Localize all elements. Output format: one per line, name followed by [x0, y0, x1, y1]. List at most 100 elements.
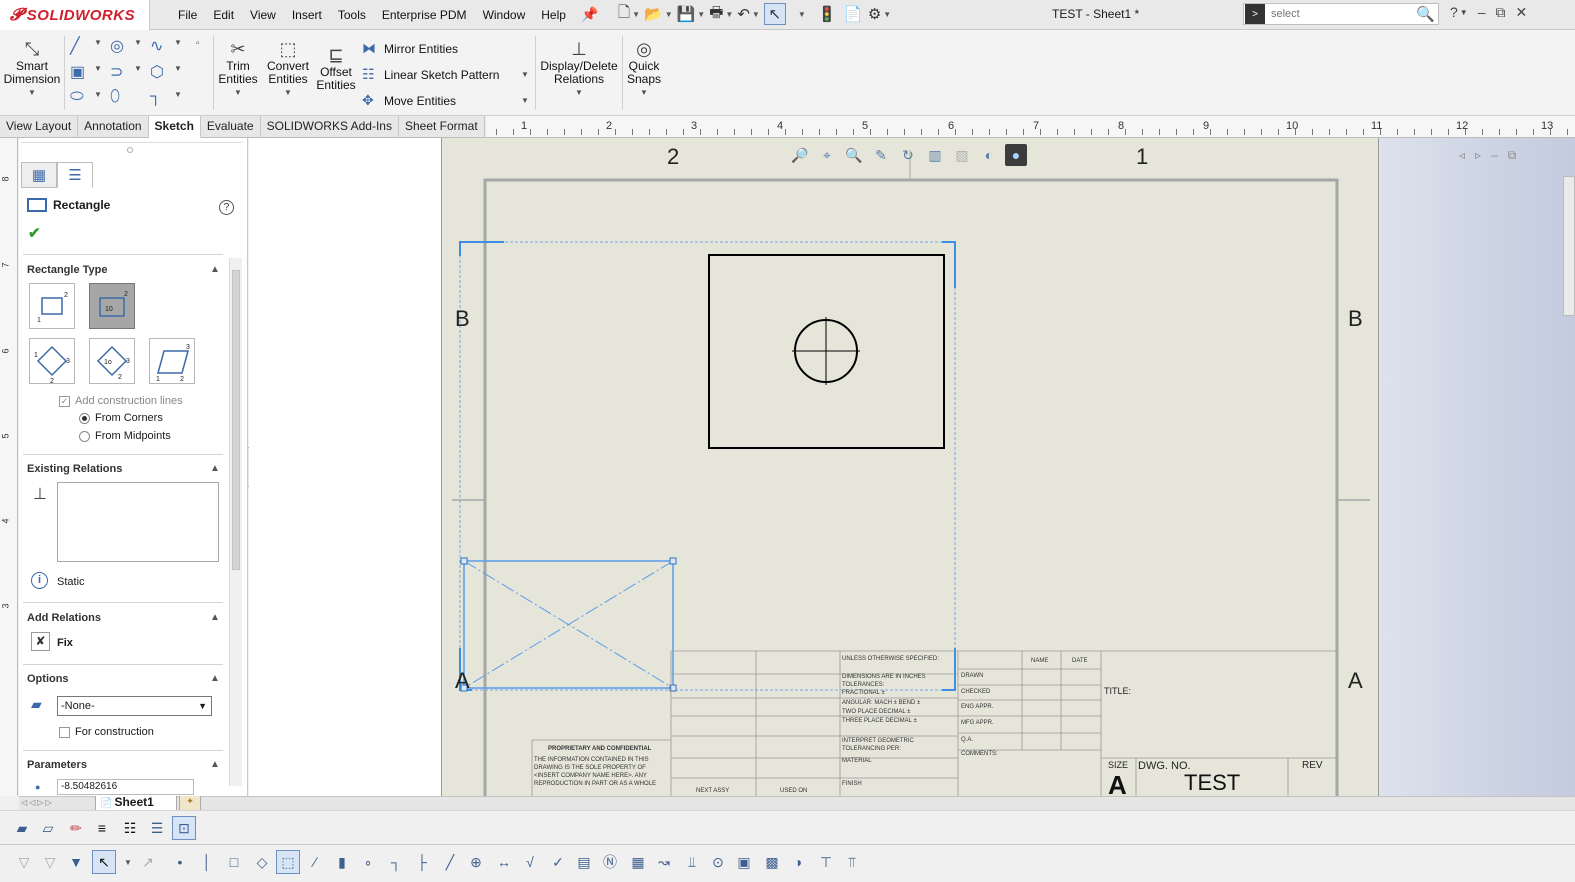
zoom-to-sheet-icon[interactable]: 🔍: [843, 144, 865, 166]
pan-icon[interactable]: ✎: [870, 144, 892, 166]
file-properties-button[interactable]: 📄: [842, 3, 864, 25]
pattern-dropdown[interactable]: ▼: [521, 70, 529, 79]
filter-routing-points-icon[interactable]: ⊤: [814, 850, 838, 874]
collapse-left-icon[interactable]: ◃: [1459, 148, 1465, 163]
filter-midpoints-icon[interactable]: ├: [410, 850, 434, 874]
filter-surface-finish-icon[interactable]: √: [518, 850, 542, 874]
color-display-mode-icon[interactable]: ⊡: [172, 816, 196, 840]
slot-icon[interactable]: ⬭: [70, 88, 84, 106]
feature-manager-tab[interactable]: ▦: [21, 162, 57, 188]
pin-icon[interactable]: 📌: [581, 6, 598, 23]
help-dropdown-icon[interactable]: ▼: [1460, 8, 1468, 21]
filter-icon[interactable]: ▽: [12, 850, 36, 874]
select-button[interactable]: ↖: [763, 3, 786, 25]
smart-dimension-button[interactable]: ⤡ Smart Dimension ▼: [3, 38, 61, 99]
slot-dropdown[interactable]: ▼: [94, 90, 102, 99]
offset-entities-button[interactable]: ⊑ Offset Entities: [314, 44, 358, 92]
restore-view-icon[interactable]: ⧉: [1508, 148, 1517, 163]
tab-view-layout[interactable]: View Layout: [0, 116, 79, 138]
tab-annotation[interactable]: Annotation: [78, 116, 149, 138]
zoom-to-area-icon[interactable]: ⌖: [816, 144, 838, 166]
filter-bodies-icon[interactable]: ⬚: [276, 850, 300, 874]
arc-dropdown[interactable]: ▼: [134, 64, 142, 73]
mirror-entities-button[interactable]: ⧓ Mirror Entities: [362, 40, 458, 57]
select-dropdown[interactable]: ▼: [790, 3, 812, 25]
line-icon[interactable]: ╱: [70, 36, 80, 56]
trim-entities-button[interactable]: ✂ Trim Entities ▼: [216, 38, 260, 99]
sheet-tab-sheet1[interactable]: 📄 Sheet1: [95, 796, 177, 811]
tab-sheet-format[interactable]: Sheet Format: [399, 116, 485, 138]
menu-tools[interactable]: Tools: [330, 8, 374, 22]
hide-show-edges-icon[interactable]: ☰: [145, 816, 169, 840]
options-button[interactable]: ⚙ ▼: [868, 3, 891, 25]
tab-sketch[interactable]: Sketch: [148, 116, 201, 138]
clear-filters-icon[interactable]: ↗: [136, 850, 160, 874]
solidworks-logo[interactable]: 𝓟 SOLIDWORKS: [0, 0, 150, 30]
fix-relation-icon[interactable]: ✘: [31, 632, 50, 651]
collapse-caret-icon[interactable]: ▲: [210, 673, 220, 684]
filter-points-icon[interactable]: •: [168, 850, 192, 874]
save-button[interactable]: 💾 ▼: [677, 3, 706, 25]
filter-gtol-icon[interactable]: ✓: [546, 850, 570, 874]
new-document-button[interactable]: 🗋 ▼: [618, 3, 640, 25]
polygon-dropdown[interactable]: ▼: [174, 64, 182, 73]
command-search-icon[interactable]: >: [1245, 4, 1265, 24]
task-pane-tabs[interactable]: [1563, 176, 1575, 316]
scroll-thumb[interactable]: [232, 270, 240, 570]
filter-spline-icon[interactable]: ⫪: [840, 850, 864, 874]
menu-edit[interactable]: Edit: [205, 8, 242, 22]
collapse-caret-icon[interactable]: ▲: [210, 612, 220, 623]
search-box[interactable]: > 🔍: [1243, 3, 1439, 25]
appearance-sphere-icon[interactable]: ●: [1005, 144, 1027, 166]
chevron-down-icon[interactable]: ▼: [3, 86, 61, 99]
filter-balloons-icon[interactable]: Ⓝ: [598, 850, 622, 874]
section-rectangle-type[interactable]: Rectangle Type: [27, 264, 108, 276]
collapse-right-icon[interactable]: ▹: [1475, 148, 1481, 163]
print-button[interactable]: 🖶 ▼: [709, 3, 733, 25]
circle-icon[interactable]: ◎: [110, 36, 124, 56]
corner-rectangle-button[interactable]: 21: [29, 283, 75, 329]
filter-centermarks-icon[interactable]: ╱: [438, 850, 462, 874]
menu-insert[interactable]: Insert: [284, 8, 330, 22]
move-dropdown[interactable]: ▼: [521, 96, 529, 105]
linear-sketch-pattern-button[interactable]: ☷ Linear Sketch Pattern: [362, 66, 499, 83]
filter-datum-targets-icon[interactable]: ↝: [652, 850, 676, 874]
open-button[interactable]: 📂 ▼: [644, 3, 673, 25]
add-sheet-button[interactable]: ✦: [179, 796, 201, 811]
menu-file[interactable]: File: [170, 8, 205, 22]
line-dropdown[interactable]: ▼: [94, 38, 102, 47]
minimize-view-icon[interactable]: –: [1491, 148, 1498, 163]
parallelogram-button[interactable]: 3 1 2: [149, 338, 195, 384]
hide-show-icon[interactable]: ◐: [978, 144, 1000, 166]
menu-window[interactable]: Window: [475, 8, 534, 22]
ok-checkmark-icon[interactable]: ✔: [28, 224, 41, 242]
arc-icon[interactable]: ⊃: [110, 62, 123, 82]
filter-sketch-segments-icon[interactable]: ┐: [384, 850, 408, 874]
filter-cosmetic-threads-icon[interactable]: ⊙: [706, 850, 730, 874]
section-existing-relations[interactable]: Existing Relations: [27, 463, 122, 475]
collapse-caret-icon[interactable]: ▲: [210, 759, 220, 770]
select-cursor-icon[interactable]: ↖: [92, 850, 116, 874]
filter-faces-icon[interactable]: □: [222, 850, 246, 874]
rebuild-button[interactable]: 🚦: [816, 3, 838, 25]
drawing-sheet[interactable]: 2 1 B B A A UNLESS OTHERWISE SPECIFIED: …: [441, 138, 1379, 796]
for-construction-checkbox[interactable]: For construction: [59, 726, 154, 738]
existing-relations-list[interactable]: [57, 482, 219, 562]
collapse-caret-icon[interactable]: ▲: [210, 463, 220, 474]
layer-icon[interactable]: ▱: [36, 816, 60, 840]
from-midpoints-radio[interactable]: From Midpoints: [79, 430, 171, 442]
section-add-relations[interactable]: Add Relations: [27, 612, 101, 624]
property-manager-tab[interactable]: ☰: [57, 162, 93, 188]
spline-dropdown[interactable]: ▼: [174, 38, 182, 47]
filter-weld-symbols-icon[interactable]: ▦: [626, 850, 650, 874]
rectangle-icon[interactable]: ▣: [70, 62, 85, 82]
from-corners-radio[interactable]: From Corners: [79, 412, 163, 424]
chevron-down-icon[interactable]: ▼: [216, 86, 260, 99]
filter-edges-icon[interactable]: │: [195, 850, 219, 874]
menu-help[interactable]: Help: [533, 8, 574, 22]
param-cx-input[interactable]: -8.50482616: [57, 779, 194, 795]
help-icon[interactable]: ?: [1450, 4, 1458, 21]
move-entities-button[interactable]: ✥ Move Entities: [362, 92, 456, 109]
filter-dowel-pins-icon[interactable]: ▣: [732, 850, 756, 874]
line-style-icon[interactable]: ☷: [118, 816, 142, 840]
